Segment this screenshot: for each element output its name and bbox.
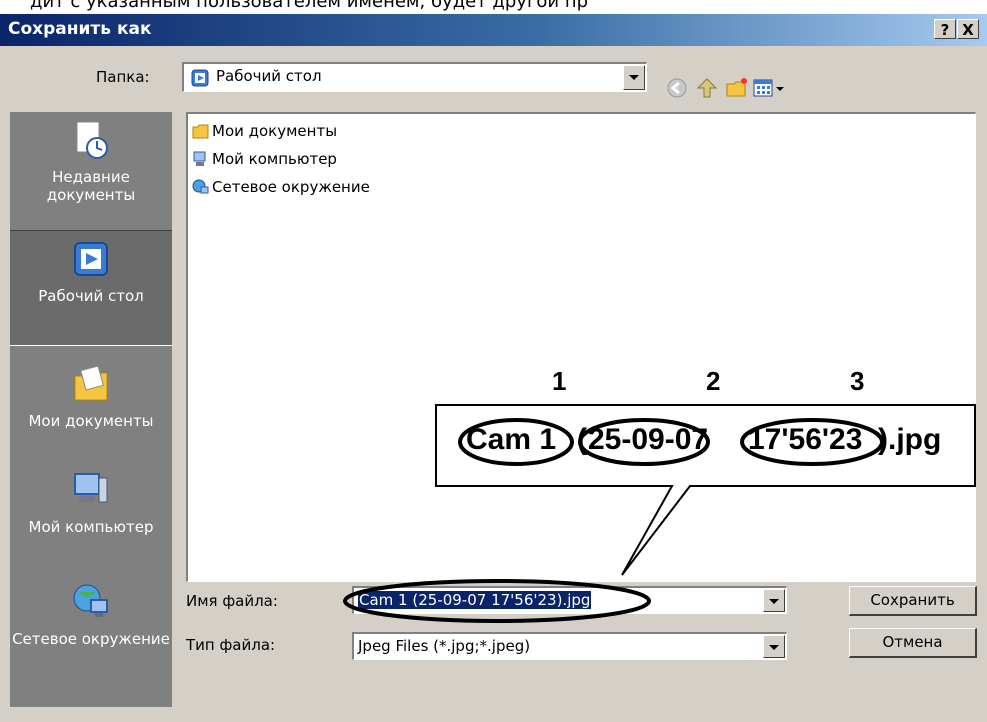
filename-highlight-ellipse <box>343 579 651 623</box>
callout-number-3: 3 <box>850 366 865 396</box>
callout-part-date: 25-09-07 <box>588 423 709 456</box>
callout-overlay <box>343 404 976 623</box>
callout-number-1: 1 <box>552 366 567 396</box>
callout-part-open: ( <box>577 423 587 456</box>
callout-part-camera: Cam 1 <box>466 423 557 456</box>
callout-part-ext: ).jpg <box>878 423 942 456</box>
callout-number-2: 2 <box>706 366 721 396</box>
callout-part-time: 17'56'23 <box>748 423 863 456</box>
